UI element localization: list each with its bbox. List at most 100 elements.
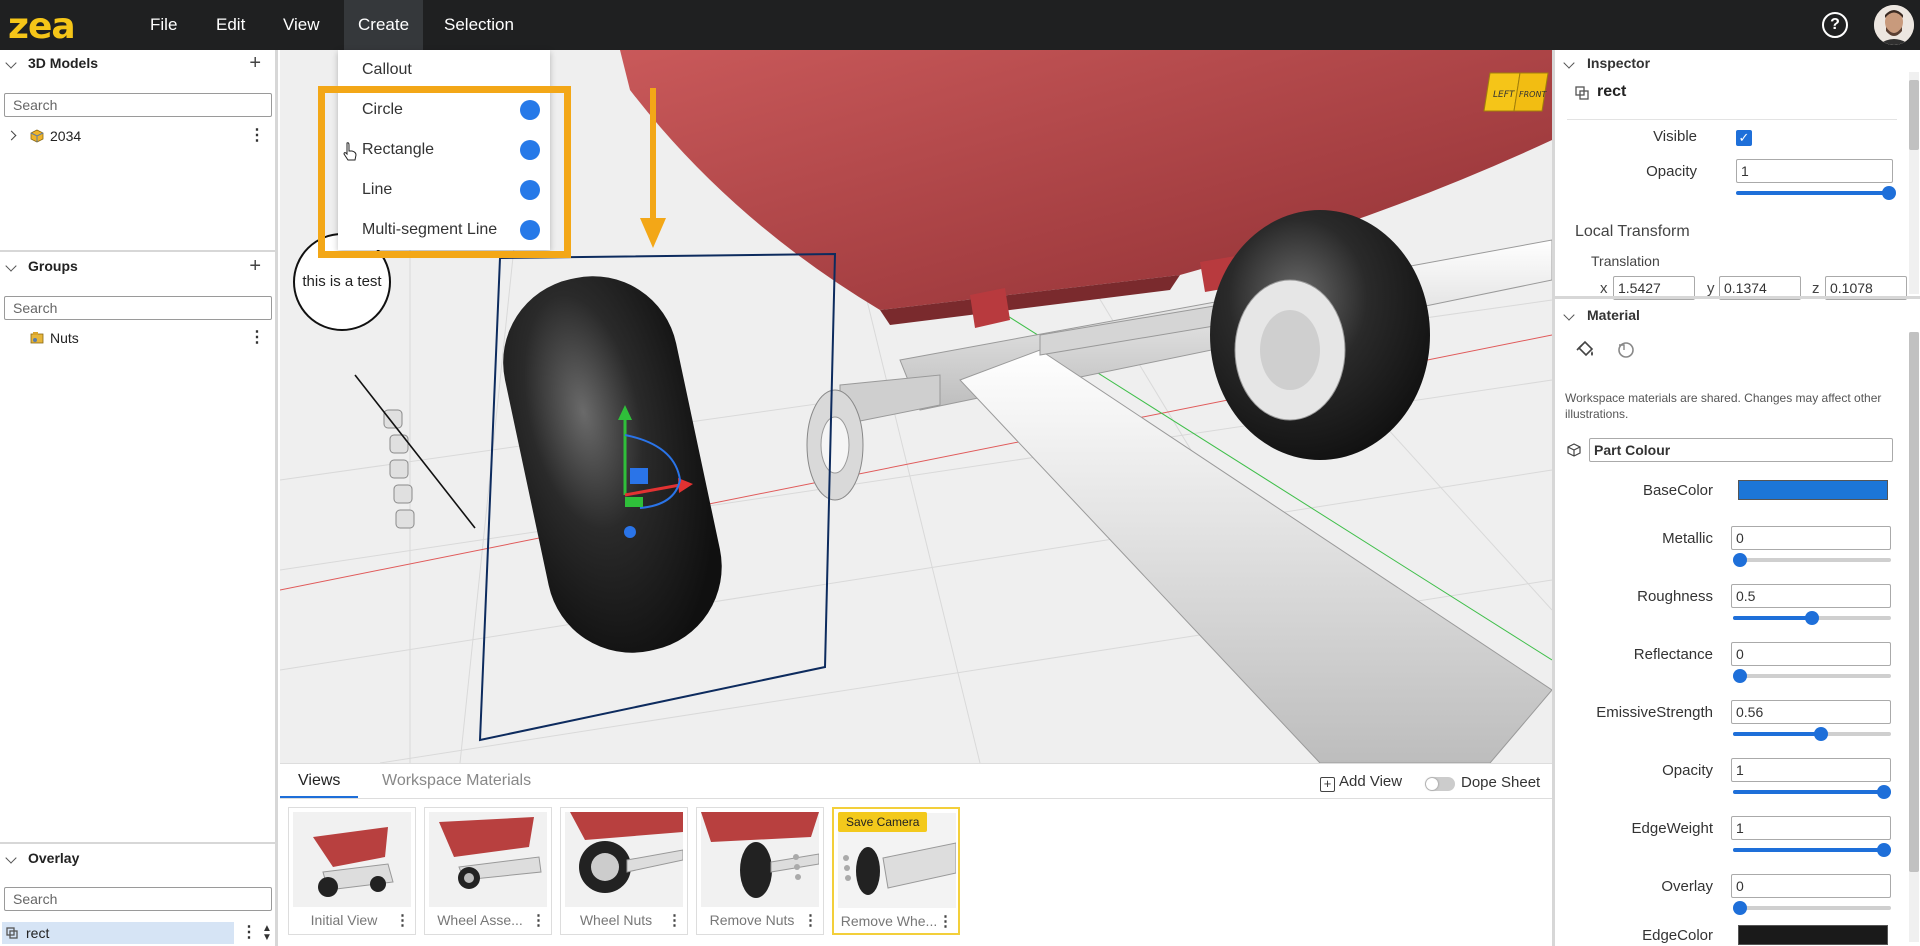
view-card-label: Wheel Asse... (437, 912, 523, 928)
scrollbar-thumb[interactable] (1909, 80, 1919, 150)
material-header[interactable]: Material (1555, 302, 1920, 328)
view-card[interactable]: Wheel Nuts ⋮ (560, 807, 688, 935)
opacity-input[interactable] (1736, 159, 1893, 183)
slider-thumb[interactable] (1814, 727, 1828, 741)
menu-item-multi-segment-line[interactable]: Multi-segment Line (338, 210, 550, 250)
inspector-header[interactable]: Inspector (1555, 50, 1920, 76)
help-icon[interactable]: ? (1822, 12, 1848, 38)
view-card[interactable]: Wheel Asse... ⋮ (424, 807, 552, 935)
material-scrollbar[interactable] (1909, 332, 1919, 942)
view-card-label: Wheel Nuts (579, 912, 653, 928)
menu-selection[interactable]: Selection (430, 0, 528, 50)
menu-item-circle[interactable]: Circle (338, 90, 550, 130)
reorder-stepper-icon[interactable]: ▲ ▼ (262, 924, 272, 943)
param-input[interactable] (1731, 874, 1891, 898)
flask-icon (520, 180, 540, 200)
front-tire[interactable] (487, 260, 737, 668)
param-input[interactable] (1731, 700, 1891, 724)
kebab-menu-icon[interactable]: ⋮ (249, 326, 265, 350)
down-arrow-annotation (640, 88, 666, 248)
slider-thumb[interactable] (1733, 553, 1747, 567)
add-group-icon[interactable]: + (249, 253, 261, 279)
slider-thumb[interactable] (1877, 785, 1891, 799)
paint-bucket-icon[interactable] (1575, 340, 1597, 360)
menu-create[interactable]: Create (344, 0, 424, 50)
param-slider[interactable] (1733, 843, 1891, 857)
menu-item-rectangle[interactable]: Rectangle (338, 130, 550, 170)
param-slider[interactable] (1733, 727, 1891, 741)
overlay-title: Overlay (28, 850, 80, 866)
chevron-down-icon[interactable] (5, 852, 17, 864)
tab-views[interactable]: Views (280, 764, 359, 798)
param-slider[interactable] (1733, 785, 1891, 799)
param-input[interactable] (1731, 526, 1891, 550)
viewcube-icon[interactable]: LEFT FRONT (1482, 71, 1550, 113)
kebab-menu-icon[interactable]: ⋮ (249, 124, 265, 148)
slider-thumb[interactable] (1805, 611, 1819, 625)
param-input[interactable] (1731, 584, 1891, 608)
kebab-menu-icon[interactable]: ⋮ (395, 911, 410, 929)
scrollbar-thumb[interactable] (1909, 332, 1919, 872)
avatar[interactable] (1874, 5, 1914, 45)
edge-color-swatch[interactable] (1738, 925, 1888, 945)
visible-checkbox[interactable]: ✓ (1736, 130, 1752, 146)
param-input[interactable] (1731, 642, 1891, 666)
chevron-right-icon[interactable] (6, 130, 17, 141)
param-input[interactable] (1731, 758, 1891, 782)
param-input[interactable] (1731, 816, 1891, 840)
inspector-scrollbar[interactable] (1909, 72, 1919, 294)
param-label: Opacity (1662, 762, 1713, 779)
overlay-section-header[interactable]: Overlay (0, 845, 275, 871)
add-view-button[interactable]: + Add View (1320, 773, 1402, 792)
menu-item-line[interactable]: Line (338, 170, 550, 210)
overlay-item-rect[interactable]: rect (2, 922, 234, 944)
chevron-down-icon[interactable] (1563, 309, 1575, 321)
menu-file[interactable]: File (136, 0, 191, 50)
slider-thumb[interactable] (1877, 843, 1891, 857)
chevron-down-icon[interactable] (5, 57, 17, 69)
models-search-input[interactable] (4, 93, 272, 117)
slider-thumb[interactable] (1882, 186, 1896, 200)
kebab-menu-icon[interactable]: ⋮ (667, 911, 682, 929)
local-transform-title: Local Transform (1575, 223, 1690, 240)
view-thumbnail (293, 812, 411, 907)
param-slider[interactable] (1733, 611, 1891, 625)
view-card[interactable]: Remove Nuts ⋮ (696, 807, 824, 935)
tree-item-group[interactable]: Nuts ⋮ (0, 326, 275, 350)
kebab-menu-icon[interactable]: ⋮ (531, 911, 546, 929)
material-name-field[interactable]: Part Colour (1589, 438, 1893, 462)
kebab-menu-icon[interactable]: ⋮ (938, 912, 953, 930)
kebab-menu-icon[interactable]: ⋮ (803, 911, 818, 929)
material-title: Material (1587, 307, 1640, 323)
base-color-swatch[interactable] (1738, 480, 1888, 500)
view-card[interactable]: Initial View ⋮ (288, 807, 416, 935)
groups-search-input[interactable] (4, 296, 272, 320)
add-model-icon[interactable]: + (249, 50, 261, 76)
groups-section-header[interactable]: Groups + (0, 253, 275, 279)
save-camera-button[interactable]: Save Camera (838, 812, 928, 832)
menu-item-callout[interactable]: Callout (338, 50, 550, 90)
param-slider[interactable] (1733, 553, 1891, 567)
slider-thumb[interactable] (1733, 901, 1747, 915)
chevron-down-icon[interactable] (5, 260, 17, 272)
slider-thumb[interactable] (1733, 669, 1747, 683)
top-bar: zea File Edit View Create Selection ? (0, 0, 1920, 50)
chevron-down-icon[interactable] (1563, 57, 1575, 69)
param-slider[interactable] (1733, 669, 1891, 683)
tab-workspace-materials[interactable]: Workspace Materials (364, 764, 549, 798)
zea-logo[interactable]: zea (8, 8, 116, 42)
opacity-slider[interactable] (1736, 186, 1896, 200)
tree-item-model[interactable]: 2034 ⋮ (0, 124, 275, 148)
models-section-header[interactable]: 3D Models + (0, 50, 275, 76)
material-swap-icon[interactable] (1615, 340, 1637, 360)
view-card-selected[interactable]: Save Camera Remove Whe... ⋮ (832, 807, 960, 935)
menu-view[interactable]: View (269, 0, 334, 50)
callout-leader-line (354, 374, 476, 529)
overlay-search-input[interactable] (4, 887, 272, 911)
menu-edit[interactable]: Edit (202, 0, 259, 50)
flask-icon (520, 100, 540, 120)
model-cube-icon (30, 129, 44, 143)
param-slider[interactable] (1733, 901, 1891, 915)
view-thumbnail (701, 812, 819, 907)
dope-sheet-toggle[interactable] (1425, 777, 1455, 791)
